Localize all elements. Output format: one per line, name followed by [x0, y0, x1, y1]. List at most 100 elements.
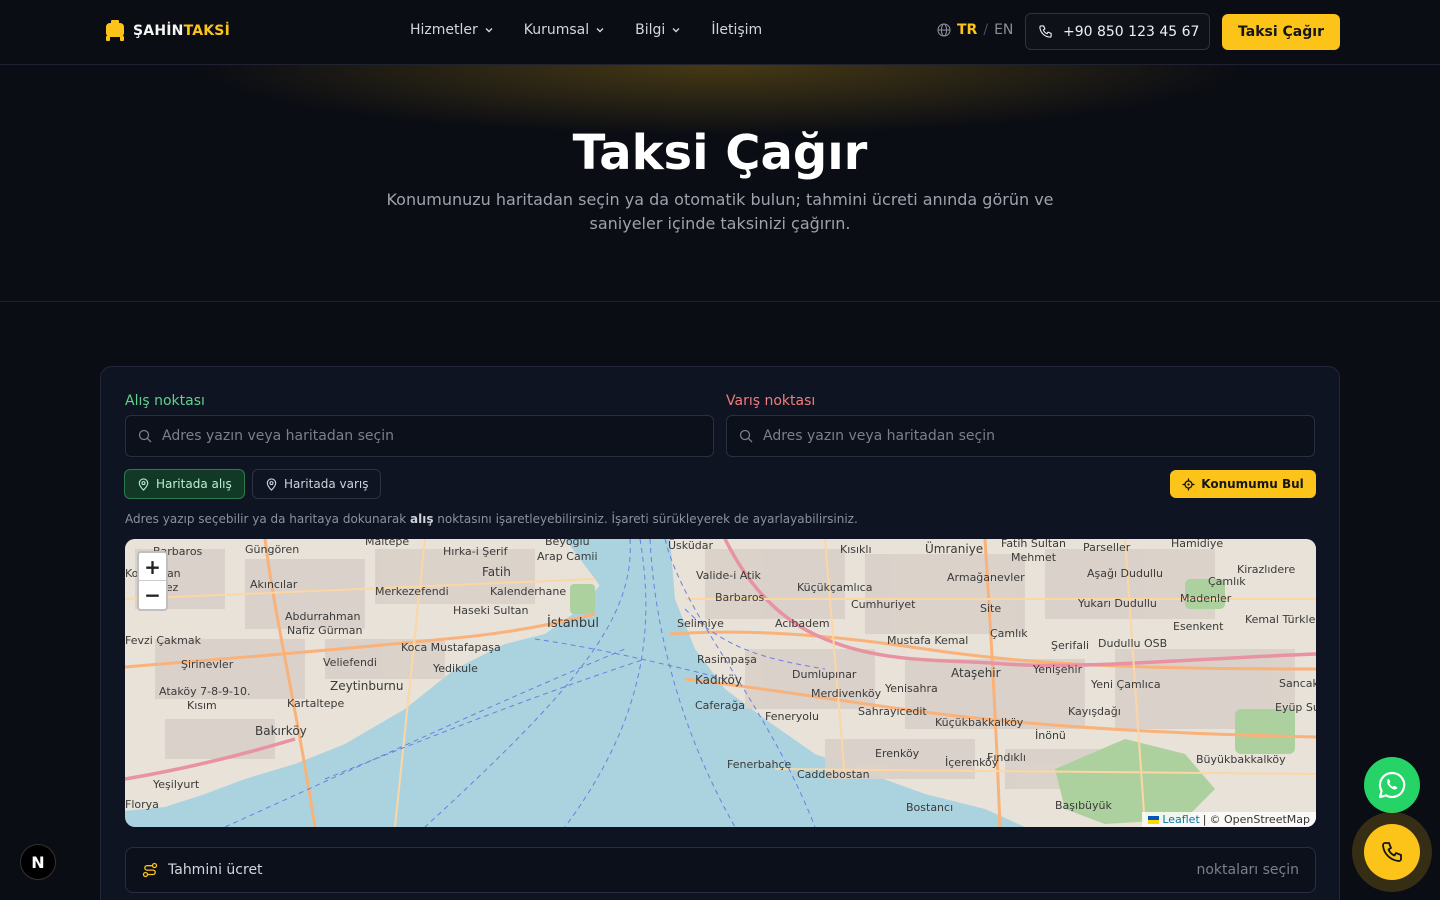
svg-text:Veliefendi: Veliefendi [323, 656, 377, 669]
svg-text:Maltepe: Maltepe [365, 539, 409, 548]
attribution-separator: | [1202, 813, 1207, 826]
nav-label: Kurumsal [523, 22, 590, 38]
svg-text:İstanbul: İstanbul [547, 615, 599, 631]
svg-text:Yenişehir: Yenişehir [1032, 663, 1083, 676]
svg-text:Zeytinburnu: Zeytinburnu [330, 679, 404, 693]
svg-text:İçerenköy: İçerenköy [945, 756, 999, 769]
svg-text:Ataköy 7-8-9-10.: Ataköy 7-8-9-10. [159, 685, 251, 698]
taxi-logo-icon [106, 20, 124, 41]
leaflet-link[interactable]: Leaflet [1162, 813, 1199, 826]
svg-text:Büyükbakkalköy: Büyükbakkalköy [1196, 753, 1286, 766]
fare-label-group: Tahmini ücret [142, 862, 263, 878]
svg-text:Ümraniye: Ümraniye [925, 540, 983, 556]
svg-text:Yeşilyurt: Yeşilyurt [152, 778, 200, 791]
lang-separator: / [983, 22, 989, 38]
dropoff-input[interactable] [763, 428, 1283, 444]
pick-on-map-label: Haritada alış [156, 477, 232, 491]
phone-icon [1382, 842, 1402, 862]
svg-text:Bakırköy: Bakırköy [255, 724, 307, 738]
svg-text:Acıbadem: Acıbadem [775, 617, 830, 630]
svg-text:Cumhuriyet: Cumhuriyet [851, 598, 916, 611]
svg-text:Yenisahra: Yenisahra [884, 682, 938, 695]
drop-on-map-label: Haritada varış [284, 477, 369, 491]
svg-text:Esenkent: Esenkent [1173, 620, 1224, 633]
pickup-label: Alış noktası [125, 393, 205, 409]
nav-item-hizmetler[interactable]: Hizmetler [410, 22, 494, 38]
pickup-field[interactable] [125, 415, 714, 457]
svg-text:Bostancı: Bostancı [906, 801, 953, 814]
svg-text:Caferağa: Caferağa [695, 699, 745, 712]
whatsapp-button[interactable] [1364, 757, 1420, 813]
lang-en[interactable]: EN [994, 22, 1013, 38]
svg-text:Rasimpaşa: Rasimpaşa [697, 653, 757, 666]
svg-text:Başıbüyük: Başıbüyük [1055, 799, 1113, 812]
osm-attribution[interactable]: © OpenStreetMap [1209, 813, 1310, 826]
svg-text:Eyüp Su: Eyüp Su [1275, 701, 1316, 714]
nav-item-iletisim[interactable]: İletişim [711, 22, 762, 38]
svg-text:Kirazlıdere: Kirazlıdere [1237, 563, 1295, 576]
chevron-down-icon [672, 28, 680, 33]
fare-label: Tahmini ücret [168, 862, 263, 878]
svg-text:Kadıköy: Kadıköy [695, 673, 742, 687]
svg-text:Kısım: Kısım [187, 699, 217, 712]
nextjs-dev-badge[interactable]: N [20, 844, 56, 880]
brand-name-part1: ŞAHİN [133, 23, 184, 39]
svg-text:Kemal Türkler: Kemal Türkler [1245, 613, 1316, 626]
pickup-input[interactable] [162, 428, 682, 444]
fare-estimate: Tahmini ücret noktaları seçin [125, 847, 1316, 893]
map-attribution: Leaflet | © OpenStreetMap [1142, 812, 1316, 827]
whatsapp-icon [1378, 771, 1406, 799]
svg-text:Fatih: Fatih [482, 565, 511, 579]
svg-text:Kayışdağı: Kayışdağı [1068, 705, 1121, 718]
locate-icon [1182, 477, 1195, 491]
hint-text: Adres yazıp seçebilir ya da haritaya dok… [125, 512, 410, 526]
nav-label: Hizmetler [410, 22, 478, 38]
lang-tr[interactable]: TR [957, 22, 977, 38]
phone-button[interactable]: +90 850 123 45 67 [1025, 13, 1210, 50]
svg-text:Dudullu OSB: Dudullu OSB [1098, 637, 1167, 650]
main-nav: Hizmetler Kurumsal Bilgi İletişim [410, 22, 762, 38]
svg-text:Merdivenköy: Merdivenköy [811, 687, 882, 700]
svg-text:Küçükçamlıca: Küçükçamlıca [797, 581, 872, 594]
booking-card: Alış noktası Varış noktası Haritada alış… [100, 366, 1340, 900]
svg-text:Yeni Çamlıca: Yeni Çamlıca [1090, 678, 1161, 691]
ukraine-flag-icon [1148, 815, 1160, 824]
pick-on-map-button[interactable]: Haritada alış [124, 469, 245, 499]
svg-text:Yedikule: Yedikule [432, 662, 478, 675]
drop-on-map-button[interactable]: Haritada varış [252, 469, 382, 499]
svg-text:Ataşehir: Ataşehir [951, 666, 1001, 680]
chevron-down-icon [596, 28, 604, 33]
nav-label: İletişim [711, 22, 763, 38]
phone-number: +90 850 123 45 67 [1063, 23, 1200, 40]
dropoff-field[interactable] [726, 415, 1315, 457]
svg-text:Şerifali: Şerifali [1051, 639, 1089, 652]
svg-text:Nafiz Gürman: Nafiz Gürman [287, 624, 362, 637]
dropoff-label: Varış noktası [726, 393, 816, 409]
svg-text:İnönü: İnönü [1035, 729, 1066, 742]
map[interactable]: Barbaros Güngören Maltepe Hırka-i Şerif Ara… [125, 539, 1316, 827]
zoom-control: + − [137, 551, 168, 611]
svg-text:Kalenderhane: Kalenderhane [490, 585, 566, 598]
logo[interactable]: ŞAHİNTAKSİ [103, 20, 230, 42]
zoom-out-button[interactable]: − [139, 581, 166, 609]
svg-text:Fevzi Çakmak: Fevzi Çakmak [125, 634, 202, 647]
svg-text:Şirinevler: Şirinevler [181, 658, 234, 671]
svg-text:Caddebostan: Caddebostan [797, 768, 870, 781]
route-icon [142, 862, 158, 878]
zoom-in-button[interactable]: + [139, 553, 166, 581]
site-header: ŞAHİNTAKSİ Hizmetler Kurumsal Bilgi İlet… [0, 0, 1440, 65]
svg-text:Arap Camii: Arap Camii [537, 550, 598, 563]
svg-text:Aşağı Dudullu: Aşağı Dudullu [1087, 567, 1163, 580]
call-fab-button[interactable] [1364, 824, 1420, 880]
hint-text-rest: noktasını işaretleyebilirsiniz. İşareti … [433, 512, 858, 526]
map-pin-icon [266, 477, 277, 491]
find-my-location-button[interactable]: Konumumu Bul [1170, 470, 1316, 498]
svg-text:Madenler: Madenler [1180, 592, 1232, 605]
language-switcher: TR / EN [937, 22, 1013, 38]
call-taxi-button[interactable]: Taksi Çağır [1222, 14, 1340, 50]
nav-item-kurumsal[interactable]: Kurumsal [524, 22, 605, 38]
find-my-location-label: Konumumu Bul [1201, 477, 1304, 491]
svg-text:Koca Mustafapaşa: Koca Mustafapaşa [401, 641, 501, 654]
nav-item-bilgi[interactable]: Bilgi [635, 22, 681, 38]
svg-text:Hamidiye: Hamidiye [1171, 539, 1223, 550]
